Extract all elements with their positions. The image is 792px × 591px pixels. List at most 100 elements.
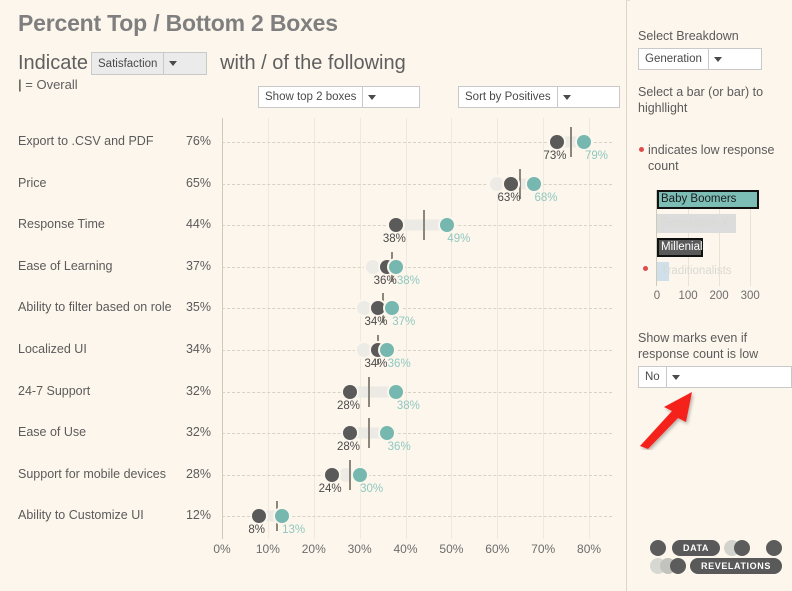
data-label-baby-boomers: 36% xyxy=(387,358,411,370)
row-gridline xyxy=(222,350,612,351)
category-label[interactable]: Ease of Use xyxy=(18,425,86,439)
data-point-millenials[interactable] xyxy=(251,509,266,524)
dashboard-root: Percent Top / Bottom 2 Boxes Indicate wi… xyxy=(0,0,792,591)
category-label[interactable]: Ability to filter based on role xyxy=(18,300,172,314)
data-label-millenials: 63% xyxy=(497,191,521,204)
select-bar-hint: Select a bar (or bar) to highllight xyxy=(638,85,764,115)
breakdown-x-tick-label: 300 xyxy=(740,290,760,302)
data-point-baby-boomers[interactable] xyxy=(380,343,395,357)
top-bottom-dropdown-value: Show top 2 boxes xyxy=(265,91,357,103)
breakdown-x-tick-label: 100 xyxy=(678,290,698,302)
category-label[interactable]: Ability to Customize UI xyxy=(18,508,144,522)
data-label-baby-boomers: 30% xyxy=(360,482,384,495)
category-label[interactable]: Localized UI xyxy=(18,342,87,356)
data-point-baby-boomers[interactable] xyxy=(352,467,367,482)
data-point-millenials[interactable] xyxy=(504,176,519,191)
panel-divider xyxy=(626,0,627,591)
x-axis-tick-label: 20% xyxy=(301,542,326,556)
chevron-down-icon xyxy=(707,49,727,69)
row-gridline xyxy=(222,266,612,268)
data-label-baby-boomers: 49% xyxy=(447,233,471,246)
data-point-baby-boomers[interactable] xyxy=(527,176,541,191)
category-label[interactable]: Price xyxy=(18,176,46,190)
plot-area: 0% 10% 20% 30% 40% 50% 60% 70% 80% 73% 79% 63% 68% 38… xyxy=(213,118,612,558)
data-point-baby-boomers[interactable] xyxy=(389,384,404,399)
data-label-baby-boomers: 36% xyxy=(387,441,411,454)
category-label[interactable]: Export to .CSV and PDF xyxy=(18,134,153,148)
data-label-baby-boomers: 37% xyxy=(392,316,416,329)
data-point-millenials[interactable] xyxy=(371,301,385,316)
breakdown-bar-baby-boomers[interactable]: Baby Boomers xyxy=(657,190,760,209)
overall-percent-value: 35% xyxy=(185,300,211,315)
chevron-down-icon xyxy=(362,87,382,107)
data-label-millenials: 38% xyxy=(382,233,406,246)
breakdown-bar-traditionalists[interactable]: Traditionalists xyxy=(657,262,732,281)
breakdown-bar-millenials[interactable]: Millenials xyxy=(657,238,708,257)
logo-pill-data: DATA xyxy=(672,540,720,556)
dot-plot-chart: Export to .CSV and PDF 76% Price 65% Respons… xyxy=(0,118,626,558)
data-point-millenials[interactable] xyxy=(325,467,340,482)
overall-reference-marker xyxy=(422,210,425,241)
indicate-suffix-label: with / of the following xyxy=(220,51,406,74)
overall-percent-value: 28% xyxy=(185,466,211,481)
category-label[interactable]: Support for mobile devices xyxy=(18,467,166,481)
data-point-baby-boomers[interactable] xyxy=(439,218,454,233)
logo-pill-revelations: REVELATIONS xyxy=(690,558,782,574)
data-point-millenials[interactable] xyxy=(389,218,404,233)
x-gridline xyxy=(267,118,269,539)
logo-circle xyxy=(650,540,666,556)
overall-percent-value: 44% xyxy=(185,217,211,232)
x-gridline xyxy=(543,118,545,539)
data-label-baby-boomers: 13% xyxy=(282,524,306,537)
overall-percent-value: 12% xyxy=(185,508,211,523)
overall-percent-value: 32% xyxy=(185,425,211,440)
data-point-millenials[interactable] xyxy=(549,135,564,149)
data-point-generation-x[interactable] xyxy=(366,259,381,274)
breakdown-bar-chart[interactable]: 0 100 200 300 Baby Boomers Generation X Millen… xyxy=(640,190,790,308)
data-point-baby-boomers[interactable] xyxy=(274,509,289,524)
overall-percent-value: 34% xyxy=(185,342,211,356)
show-marks-dropdown[interactable]: No xyxy=(638,366,792,388)
data-point-baby-boomers[interactable] xyxy=(384,301,399,316)
data-point-baby-boomers[interactable] xyxy=(577,135,592,149)
breakdown-bar-label: Traditionalists xyxy=(661,265,732,277)
indicate-prefix-label: Indicate xyxy=(18,51,89,74)
overall-percent-value: 37% xyxy=(185,258,211,273)
breakdown-x-tick-label: 0 xyxy=(653,290,661,302)
sort-dropdown[interactable]: Sort by Positives xyxy=(458,86,620,108)
category-label[interactable]: 24-7 Support xyxy=(18,384,90,398)
x-axis-tick-label: 50% xyxy=(439,542,464,556)
x-axis-tick-label: 30% xyxy=(347,542,372,556)
logo: DATA REVELATIONS xyxy=(650,538,788,580)
data-point-baby-boomers[interactable] xyxy=(380,426,395,441)
metric-dropdown[interactable]: Satisfaction xyxy=(91,52,207,75)
row-gridline xyxy=(222,183,612,185)
data-point-baby-boomers[interactable] xyxy=(389,259,404,274)
chevron-down-icon xyxy=(665,367,685,387)
top-bottom-dropdown[interactable]: Show top 2 boxes xyxy=(258,86,420,108)
overall-percent-value: 32% xyxy=(185,383,211,398)
sort-dropdown-value: Sort by Positives xyxy=(465,91,551,103)
category-label[interactable]: Ease of Learning xyxy=(18,259,113,273)
data-point-generation-x[interactable] xyxy=(490,176,505,191)
breakdown-bar-label: Generation X xyxy=(661,217,729,229)
overall-reference-marker xyxy=(349,459,352,490)
category-label[interactable]: Response Time xyxy=(18,217,105,231)
overall-percent-value: 65% xyxy=(185,175,211,190)
data-point-millenials[interactable] xyxy=(343,426,358,441)
breakdown-dropdown[interactable]: Generation xyxy=(638,48,762,70)
x-gridline xyxy=(313,118,315,539)
breakdown-x-tick-label: 200 xyxy=(709,290,729,302)
data-point-generation-x[interactable] xyxy=(357,343,372,357)
data-label-millenials: 8% xyxy=(248,524,266,537)
breakdown-bar-generation-x[interactable]: Generation X xyxy=(657,214,737,233)
logo-circle xyxy=(670,558,686,574)
data-point-generation-x[interactable] xyxy=(357,301,372,316)
breakdown-bar-label: Millenials xyxy=(661,241,709,253)
x-gridline xyxy=(451,118,453,539)
data-label-baby-boomers: 79% xyxy=(584,150,608,162)
data-point-millenials[interactable] xyxy=(343,384,358,399)
data-label-millenials: 34% xyxy=(364,316,388,329)
overall-reference-marker xyxy=(367,418,370,449)
row-gridline xyxy=(222,391,612,393)
